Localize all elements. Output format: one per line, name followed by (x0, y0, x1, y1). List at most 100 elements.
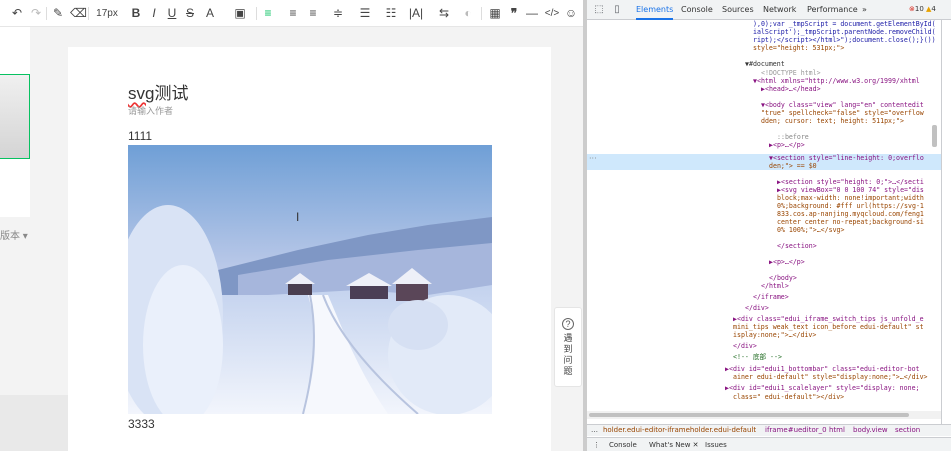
cover-thumbnail[interactable] (0, 74, 30, 159)
dom-line[interactable]: 0% 100%;">…</svg> (587, 226, 941, 234)
dom-line[interactable]: ▶<p>…</p> (587, 141, 941, 149)
breadcrumb-iframe[interactable]: iframe#ueditor_0 (765, 425, 827, 436)
paragraph-1111[interactable]: 1111 (128, 129, 152, 143)
document-title[interactable]: svg测试 (128, 79, 188, 104)
align-justify-icon[interactable]: ≡ (306, 5, 320, 22)
format-painter-icon[interactable]: ✎ (51, 5, 65, 22)
scrollbar-thumb[interactable] (589, 413, 909, 417)
dom-tree[interactable]: ),0);var _tmpScript = document.getElemen… (587, 20, 941, 411)
tab-console[interactable]: Console (681, 0, 713, 20)
more-options-icon[interactable]: ··· (589, 154, 597, 163)
dom-line[interactable]: block;max-width: none!important;width (587, 194, 941, 202)
drawer-tab-whats-new[interactable]: What's New ✕ (649, 438, 699, 451)
dom-line[interactable]: ▼<body class="view" lang="en" contentedi… (587, 101, 941, 109)
dom-line[interactable]: </body> (587, 274, 941, 282)
dom-line[interactable]: ::before (587, 133, 941, 141)
breadcrumb-ellipsis[interactable]: … (591, 425, 598, 436)
dom-line[interactable]: ▶<div id="edui1_bottombar" class="edui-e… (587, 365, 941, 373)
quote-button[interactable]: ❞ (507, 5, 521, 22)
inspect-element-icon[interactable]: ⬚ (593, 4, 605, 16)
dom-line[interactable]: dden; cursor: text; height: 511px;"> (587, 117, 941, 125)
breadcrumb-iframeholder[interactable]: holder.edui-editor-iframeholder.edui-def… (603, 425, 756, 436)
dom-tree-scrollbar[interactable] (932, 125, 937, 147)
indent-icon[interactable]: |A| (408, 5, 424, 22)
horizontal-scrollbar[interactable] (587, 411, 941, 419)
dom-line[interactable]: "true" spellcheck="false" style="overflo… (587, 109, 941, 117)
more-tabs-button[interactable]: » (862, 0, 867, 20)
dom-line-selected[interactable]: ▼<section style="line-height: 0;overflo (587, 154, 941, 162)
dom-line[interactable]: <!DOCTYPE html> (587, 69, 941, 77)
undo-icon[interactable]: ↶ (11, 5, 23, 22)
dom-line[interactable]: ▼#document (587, 60, 941, 68)
dom-line[interactable]: class=" edui-default"></div> (587, 393, 941, 401)
background-color-icon[interactable]: ▣ (232, 5, 248, 22)
dom-line[interactable]: ript);</script></html>");document.close(… (587, 36, 941, 44)
author-input[interactable]: 请输入作者 (128, 104, 173, 117)
tab-elements[interactable]: Elements (636, 0, 674, 20)
drawer-tab-issues[interactable]: Issues (705, 438, 727, 451)
letter-spacing-icon[interactable]: ⇆ (437, 5, 451, 22)
version-dropdown[interactable]: 版本 ▾ (0, 227, 28, 242)
dom-line[interactable]: 0%;background: #fff url(https://svg-1 (587, 202, 941, 210)
dom-line[interactable]: ▶<head>…</head> (587, 85, 941, 93)
horizontal-rule-icon[interactable]: — (525, 5, 539, 22)
dom-line[interactable]: </div> (587, 304, 941, 312)
dom-line[interactable]: ▶<div class="edui_iframe_switch_tips js_… (587, 315, 941, 323)
dom-line-selected[interactable]: den;"> == $0 (587, 162, 941, 170)
list-icon[interactable]: ☷ (384, 5, 398, 22)
dom-comment-line[interactable]: <!-- 底部 --> (587, 353, 941, 361)
font-size-select[interactable]: 17px (93, 5, 121, 22)
dom-line[interactable]: ainer edui-default" style="display:none;… (587, 373, 941, 381)
paragraph-spacing-icon[interactable]: ☰ (358, 5, 372, 22)
underline-button[interactable]: U (166, 5, 178, 22)
paragraph-3333[interactable]: 3333 (128, 417, 155, 431)
code-button[interactable]: </> (543, 5, 561, 22)
clear-format-icon[interactable]: ⌫ (70, 5, 87, 22)
align-left-icon[interactable]: ≡ (261, 5, 275, 22)
dom-line[interactable]: center center no-repeat;background-si (587, 218, 941, 226)
emoji-icon[interactable]: ☺ (564, 5, 578, 22)
breadcrumb-section[interactable]: section (895, 425, 920, 436)
tab-sources[interactable]: Sources (722, 0, 754, 20)
snow-landscape-svg (128, 145, 492, 414)
bold-button[interactable]: B (130, 5, 142, 22)
align-center-icon[interactable]: ≡ (286, 5, 300, 22)
line-height-icon[interactable]: ≑ (331, 5, 345, 22)
breadcrumb-html[interactable]: html (829, 425, 845, 436)
feedback-button[interactable]: ? 遇 到 问 题 (554, 307, 582, 387)
device-toolbar-icon[interactable]: ▯ (611, 4, 623, 16)
version-label: 版本 (0, 231, 20, 242)
drawer-menu-icon[interactable]: ⋮ (593, 438, 600, 451)
dom-line[interactable]: mini_tips weak_text icon_before edui-def… (587, 323, 941, 331)
dom-line[interactable]: ▼<html xmlns="http://www.w3.org/1999/xht… (587, 77, 941, 85)
editor-pane: ↶ ↷ ✎ ⌫ 17px B I U S A ▣ ≡ ≡ ≡ ≑ ☰ ☷ |A|… (0, 0, 583, 451)
toggle-icon[interactable]: ◐ (461, 5, 475, 22)
table-icon[interactable]: ▦ (488, 5, 502, 22)
dom-line[interactable]: ialScript');_tmpScript.parentNode.remove… (587, 28, 941, 36)
issue-counter[interactable]: ⊗10 ▲4 (909, 5, 936, 13)
tab-network[interactable]: Network (763, 0, 796, 20)
font-color-button[interactable]: A (204, 5, 216, 22)
styles-pane[interactable] (941, 20, 951, 430)
dom-line[interactable]: ▶<section style="height: 0;">…</secti (587, 178, 941, 186)
dom-line[interactable]: ▶<p>…</p> (587, 258, 941, 266)
dom-line[interactable]: ),0);var _tmpScript = document.getElemen… (587, 20, 941, 28)
snow-landscape-image[interactable] (128, 145, 492, 414)
drawer-tab-console[interactable]: Console (609, 438, 637, 451)
dom-line[interactable]: style="height: 531px;"> (587, 44, 941, 52)
dom-line[interactable]: isplay:none;">…</div> (587, 331, 941, 339)
dom-line[interactable]: </html> (587, 282, 941, 290)
breadcrumb-body[interactable]: body.view (853, 425, 888, 436)
strikethrough-button[interactable]: S (184, 5, 196, 22)
dom-line[interactable]: ▶<div id="edui1_scalelayer" style="displ… (587, 384, 941, 392)
italic-button[interactable]: I (148, 5, 160, 22)
dom-line[interactable]: 833.cos.ap-nanjing.myqcloud.com/feng1 (587, 210, 941, 218)
dom-line[interactable]: ▶<svg viewBox="0 0 100 74" style="dis (587, 186, 941, 194)
breadcrumb: … holder.edui-editor-iframeholder.edui-d… (587, 424, 951, 436)
toolbar-divider (256, 7, 257, 20)
dom-line[interactable]: </section> (587, 242, 941, 250)
tab-performance[interactable]: Performance (807, 0, 858, 20)
redo-icon[interactable]: ↷ (30, 5, 42, 22)
dom-line[interactable]: </div> (587, 342, 941, 350)
dom-line[interactable]: </iframe> (587, 293, 941, 301)
